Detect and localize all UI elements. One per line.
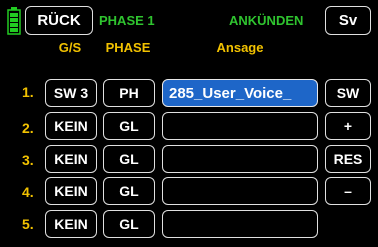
column-header-ansage: Ansage — [216, 40, 264, 55]
sv-button[interactable]: Sv — [325, 6, 371, 35]
phase-button-row-2[interactable]: GL — [103, 112, 155, 140]
row-number-3: 3. — [22, 152, 34, 168]
plus-button[interactable]: + — [325, 112, 371, 140]
gs-button-row-1[interactable]: SW 3 — [45, 79, 97, 107]
ansage-field-row-4[interactable] — [162, 177, 318, 205]
column-header-phase: PHASE — [105, 40, 151, 55]
row-number-4: 4. — [22, 184, 34, 200]
gs-button-row-4[interactable]: KEIN — [45, 177, 97, 205]
ansage-field-row-1[interactable]: 285_User_Voice_ — [162, 79, 318, 107]
battery-icon — [7, 7, 21, 35]
gs-button-row-3[interactable]: KEIN — [45, 145, 97, 173]
phase-button-row-3[interactable]: GL — [103, 145, 155, 173]
gs-button-row-5[interactable]: KEIN — [45, 210, 97, 238]
row-number-5: 5. — [22, 216, 34, 232]
ansage-field-row-2[interactable] — [162, 112, 318, 140]
ansage-field-row-5[interactable] — [162, 210, 318, 238]
row-number-1: 1. — [22, 84, 34, 100]
back-button[interactable]: RÜCK — [25, 6, 93, 35]
gs-button-row-2[interactable]: KEIN — [45, 112, 97, 140]
phase-button-row-5[interactable]: GL — [103, 210, 155, 238]
sw-button[interactable]: SW — [325, 79, 371, 107]
ansage-field-row-3[interactable] — [162, 145, 318, 173]
phase-button-row-4[interactable]: GL — [103, 177, 155, 205]
phase-button-row-1[interactable]: PH — [103, 79, 155, 107]
column-header-gs: G/S — [58, 40, 82, 55]
row-number-2: 2. — [22, 120, 34, 136]
phase-title: PHASE 1 — [99, 13, 155, 28]
minus-button[interactable]: – — [325, 177, 371, 205]
announce-title: ANKÜNDEN — [229, 13, 304, 28]
res-button[interactable]: RES — [325, 145, 371, 173]
